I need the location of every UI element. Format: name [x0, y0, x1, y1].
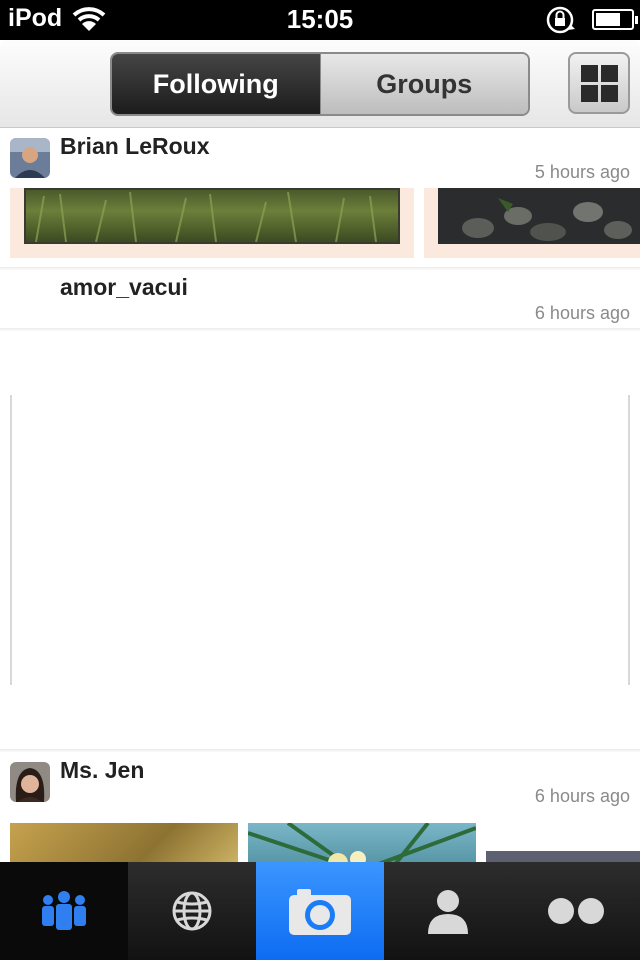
post-username[interactable]: Brian LeRoux [60, 133, 210, 160]
tab-bar-following[interactable] [0, 862, 128, 960]
camera-icon [289, 889, 351, 935]
tab-following[interactable]: Following [112, 54, 320, 114]
photo-thumbnail[interactable] [247, 821, 477, 862]
photo-thumbnail[interactable] [10, 823, 238, 862]
nav-bar: Following Groups [0, 40, 640, 128]
divider [0, 328, 640, 331]
post-timestamp: 5 hours ago [534, 162, 630, 182]
photo-thumbnail[interactable] [486, 851, 640, 862]
grid-view-button[interactable] [568, 52, 630, 114]
post-header[interactable]: Ms. Jen 6 hours ago [0, 753, 640, 813]
divider [0, 749, 640, 752]
photo-thumbnail[interactable] [10, 188, 414, 258]
photo-thumbnail[interactable] [424, 188, 640, 258]
tab-bar-profile[interactable] [384, 862, 512, 960]
status-bar: iPod 15:05 [0, 0, 640, 40]
feed-segmented-control: Following Groups [110, 52, 530, 116]
activity-feed: Brian LeRoux 5 hours ago amor_vacui 6 ho… [0, 129, 640, 862]
flickr-dots-icon [548, 898, 604, 924]
tab-bar-explore[interactable] [128, 862, 256, 960]
tab-bar-camera[interactable] [256, 862, 384, 960]
grass-photo [24, 188, 400, 244]
post-timestamp: 6 hours ago [534, 786, 630, 806]
tab-bar [0, 862, 640, 960]
battery-icon [592, 9, 638, 30]
post-header[interactable]: Brian LeRoux 5 hours ago [0, 129, 640, 189]
photo-placeholder[interactable] [10, 395, 630, 685]
rocks-photo [438, 188, 640, 244]
rotation-lock-icon [544, 5, 578, 40]
post-username[interactable]: amor_vacui [60, 274, 188, 301]
post-timestamp: 6 hours ago [534, 303, 630, 323]
people-icon [42, 891, 86, 930]
post-header[interactable]: amor_vacui 6 hours ago [0, 270, 640, 330]
avatar[interactable] [10, 138, 50, 178]
person-icon [428, 890, 468, 934]
tab-groups[interactable]: Groups [319, 54, 528, 114]
avatar[interactable] [10, 762, 50, 802]
tab-bar-more[interactable] [512, 862, 640, 960]
post-username[interactable]: Ms. Jen [60, 757, 144, 784]
globe-icon [172, 891, 212, 931]
